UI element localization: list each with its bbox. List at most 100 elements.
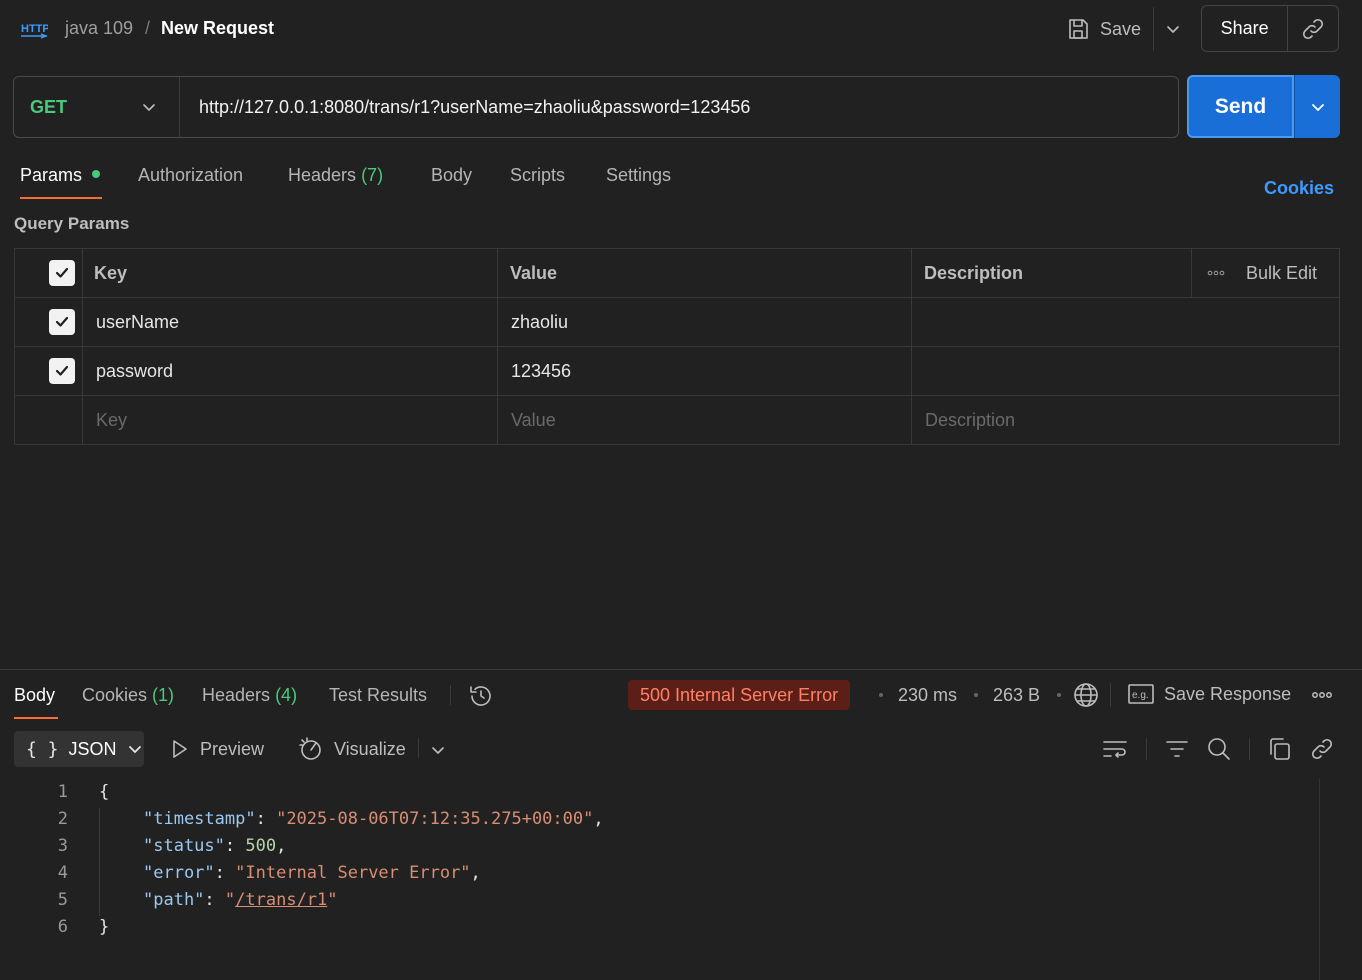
tab-headers[interactable]: Headers (7) xyxy=(288,165,383,186)
save-icon xyxy=(1066,17,1090,41)
visualize-button[interactable]: Visualize xyxy=(298,736,406,762)
wrap-lines-icon[interactable] xyxy=(1102,737,1128,761)
request-name[interactable]: New Request xyxy=(161,18,274,39)
cookies-link[interactable]: Cookies xyxy=(1264,178,1334,199)
column-key-header: Key xyxy=(94,262,128,283)
link-icon xyxy=(1301,17,1325,41)
history-icon[interactable] xyxy=(468,683,494,709)
code-line: "error": "Internal Server Error", xyxy=(143,863,481,883)
status-badge[interactable]: 500 Internal Server Error xyxy=(628,680,851,710)
format-select[interactable]: { } JSON xyxy=(14,731,144,767)
tab-authorization[interactable]: Authorization xyxy=(138,165,243,186)
param-key[interactable]: password xyxy=(96,347,173,395)
svg-text:e.g.: e.g. xyxy=(1132,690,1149,701)
param-value[interactable]: 123456 xyxy=(511,347,571,395)
chevron-down-icon xyxy=(1310,99,1326,115)
save-response-button[interactable]: e.g. Save Response xyxy=(1128,683,1291,705)
table-header-row: Key Value Description Bulk Edit xyxy=(15,249,1339,298)
breadcrumb-collection[interactable]: java 109 xyxy=(65,18,133,39)
scrollbar[interactable] xyxy=(1319,778,1320,980)
save-response-label: Save Response xyxy=(1164,683,1292,704)
response-body-editor[interactable]: 1 2 3 4 5 6 { "timestamp": "2025-08-06T0… xyxy=(0,778,1320,980)
divider xyxy=(1249,738,1250,760)
preview-button[interactable]: Preview xyxy=(170,738,264,760)
search-icon[interactable] xyxy=(1206,737,1232,761)
json-brace: } xyxy=(99,917,110,937)
divider xyxy=(418,738,419,758)
param-value[interactable]: zhaoliu xyxy=(511,298,568,346)
line-number: 1 xyxy=(57,782,68,802)
globe-icon[interactable] xyxy=(1073,682,1099,708)
row-checkbox[interactable] xyxy=(49,347,75,395)
format-label: JSON xyxy=(68,738,117,759)
method-label: GET xyxy=(30,96,68,117)
send-button[interactable]: Send xyxy=(1187,75,1294,138)
json-path-link[interactable]: /trans/r1 xyxy=(235,890,327,910)
new-description-input[interactable]: Description xyxy=(925,396,1015,445)
tab-body[interactable]: Body xyxy=(431,165,472,186)
chevron-down-icon[interactable] xyxy=(1164,20,1182,38)
params-table: Key Value Description Bulk Edit userName… xyxy=(14,248,1340,445)
response-tab-cookies[interactable]: Cookies (1) xyxy=(82,685,174,706)
copy-link-button[interactable] xyxy=(1288,17,1338,41)
active-tab-indicator xyxy=(14,717,58,719)
tab-scripts[interactable]: Scripts xyxy=(510,165,565,186)
save-button[interactable]: Save xyxy=(1058,6,1141,52)
line-number: 3 xyxy=(57,836,68,856)
send-options-button[interactable] xyxy=(1294,75,1340,138)
response-cookies-count: (1) xyxy=(152,685,175,705)
param-key[interactable]: userName xyxy=(96,298,179,346)
link-icon[interactable] xyxy=(1309,737,1335,761)
meta-dot xyxy=(974,693,978,697)
divider xyxy=(450,685,451,705)
active-tab-indicator xyxy=(20,197,102,199)
chevron-down-icon[interactable] xyxy=(430,742,446,758)
response-tab-headers[interactable]: Headers (4) xyxy=(202,685,297,706)
params-active-dot xyxy=(92,170,101,179)
response-cookies-label: Cookies xyxy=(82,685,148,705)
response-size[interactable]: 263 B xyxy=(993,685,1040,706)
save-label: Save xyxy=(1100,18,1142,39)
tab-params[interactable]: Params xyxy=(20,165,101,186)
response-tab-test-results[interactable]: Test Results xyxy=(329,685,427,706)
table-row-empty: Key Value Description xyxy=(15,396,1339,445)
column-description-header: Description xyxy=(924,262,1024,283)
play-icon xyxy=(170,738,190,760)
bulk-edit-button[interactable]: Bulk Edit xyxy=(1246,249,1317,297)
visualize-icon xyxy=(298,736,324,762)
code-line: "timestamp": "2025-08-06T07:12:35.275+00… xyxy=(143,809,604,829)
url-input[interactable]: http://127.0.0.1:8080/trans/r1?userName=… xyxy=(180,97,750,118)
new-value-input[interactable]: Value xyxy=(511,396,556,445)
url-bar: GET http://127.0.0.1:8080/trans/r1?userN… xyxy=(13,76,1179,138)
new-key-input[interactable]: Key xyxy=(96,396,127,445)
check-icon xyxy=(55,316,69,327)
method-select[interactable]: GET xyxy=(14,77,180,137)
tab-headers-label: Headers xyxy=(288,165,357,185)
share-button[interactable]: Share xyxy=(1202,18,1287,39)
copy-icon[interactable] xyxy=(1267,737,1293,761)
line-number: 2 xyxy=(57,809,68,829)
indent-guide xyxy=(99,808,100,916)
pane-divider[interactable] xyxy=(0,669,1362,670)
response-time[interactable]: 230 ms xyxy=(898,685,957,706)
meta-dot xyxy=(879,693,883,697)
tab-settings[interactable]: Settings xyxy=(606,165,671,186)
json-key: "error" xyxy=(143,863,215,883)
share-group: Share xyxy=(1201,5,1339,52)
divider xyxy=(1110,683,1111,707)
more-options-icon[interactable] xyxy=(1311,685,1333,705)
chevron-down-icon xyxy=(141,99,157,115)
code-line: { xyxy=(99,782,109,802)
row-checkbox[interactable] xyxy=(49,298,75,346)
headers-count: (7) xyxy=(361,165,384,185)
filter-icon[interactable] xyxy=(1164,737,1190,761)
select-all-checkbox[interactable] xyxy=(49,249,75,297)
json-key: "path" xyxy=(143,890,205,910)
breadcrumb-separator: / xyxy=(145,18,151,38)
response-tab-body[interactable]: Body xyxy=(14,685,55,706)
json-key: "timestamp" xyxy=(143,809,256,829)
json-string: "2025-08-06T07:12:35.275+00:00" xyxy=(276,809,594,829)
query-params-title: Query Params xyxy=(14,214,130,233)
check-icon xyxy=(55,267,69,278)
more-options-icon[interactable] xyxy=(1207,249,1225,297)
